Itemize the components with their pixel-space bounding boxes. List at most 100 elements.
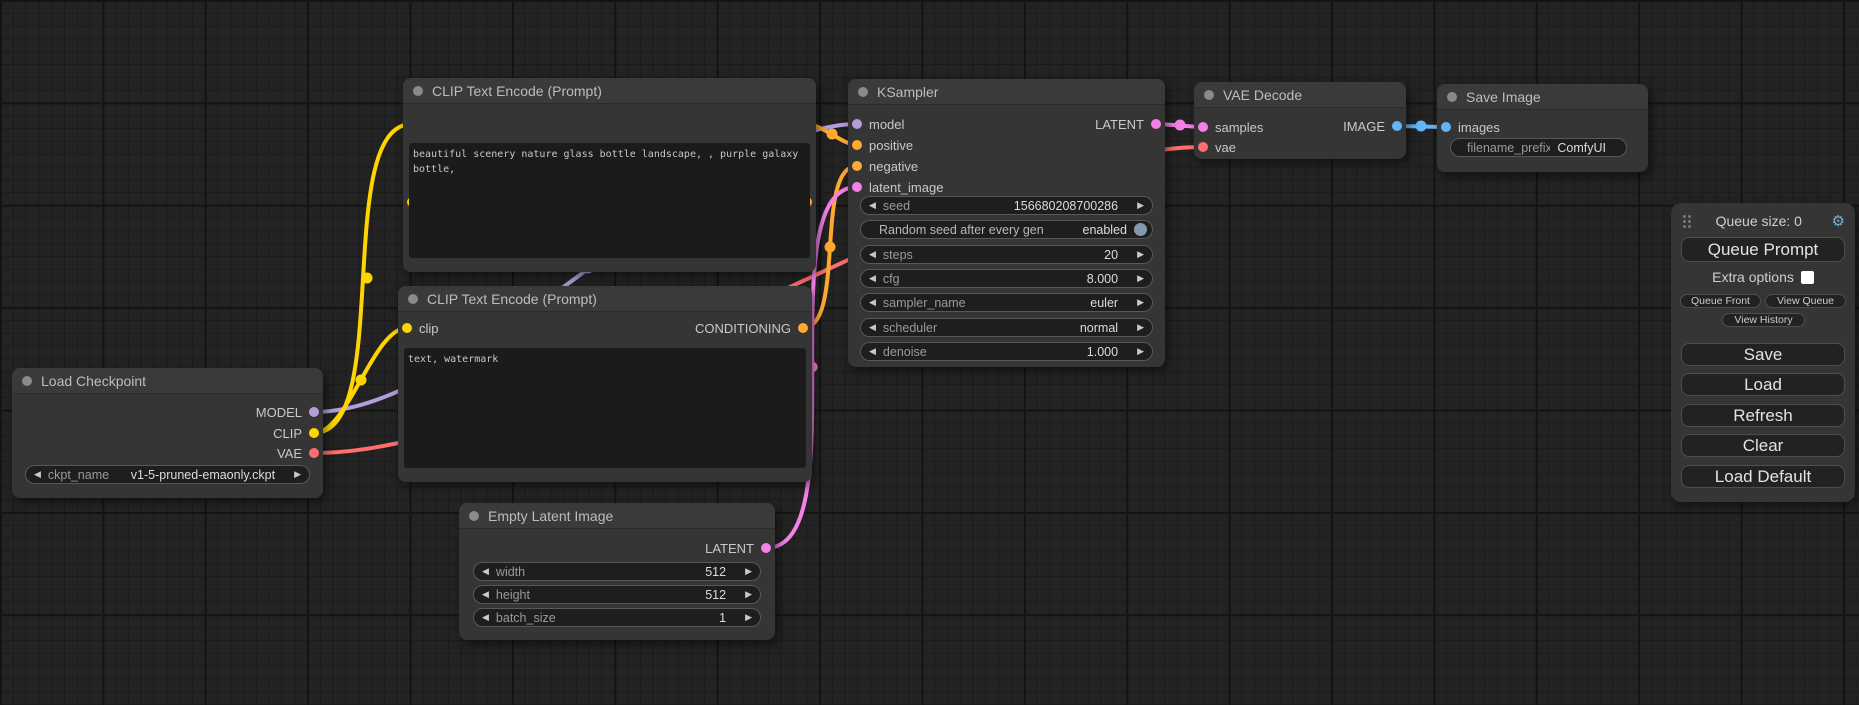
node-clip-text-encode-positive[interactable]: CLIP Text Encode (Prompt) clip CONDITION…: [403, 78, 816, 272]
queue-prompt-button[interactable]: Queue Prompt: [1681, 237, 1845, 262]
sampler-name-widget[interactable]: ◀ sampler_name euler ▶: [860, 293, 1153, 312]
collapse-dot-icon[interactable]: [858, 87, 868, 97]
image-port-dot-icon[interactable]: [1392, 121, 1402, 131]
view-queue-button[interactable]: View Queue: [1765, 294, 1846, 308]
queue-front-button[interactable]: Queue Front: [1680, 294, 1761, 308]
model-port-dot-icon[interactable]: [309, 407, 319, 417]
conditioning-port-dot-icon[interactable]: [798, 323, 808, 333]
increment-arrow-icon[interactable]: ▶: [1137, 250, 1144, 259]
node-title-bar[interactable]: CLIP Text Encode (Prompt): [403, 78, 816, 104]
decrement-arrow-icon[interactable]: ◀: [869, 274, 876, 283]
collapse-dot-icon[interactable]: [22, 376, 32, 386]
conditioning-port-dot-icon[interactable]: [852, 140, 862, 150]
extra-options-checkbox[interactable]: [1801, 271, 1814, 284]
vae-port-dot-icon[interactable]: [309, 448, 319, 458]
positive-prompt-textarea[interactable]: beautiful scenery nature glass bottle la…: [409, 143, 810, 258]
decrement-arrow-icon[interactable]: ◀: [34, 470, 41, 479]
decrement-arrow-icon[interactable]: ◀: [869, 250, 876, 259]
output-port-latent[interactable]: LATENT: [1095, 114, 1161, 134]
output-port-conditioning[interactable]: CONDITIONING: [695, 318, 808, 338]
settings-gear-icon[interactable]: ⚙: [1832, 214, 1845, 229]
input-port-latent-image[interactable]: latent_image: [852, 177, 943, 197]
clear-button[interactable]: Clear: [1681, 434, 1845, 457]
decrement-arrow-icon[interactable]: ◀: [869, 201, 876, 210]
view-history-button[interactable]: View History: [1722, 313, 1805, 327]
decrement-arrow-icon[interactable]: ◀: [482, 567, 489, 576]
input-port-images[interactable]: images: [1441, 117, 1500, 137]
node-title-bar[interactable]: Save Image: [1437, 84, 1648, 110]
latent-port-dot-icon[interactable]: [1198, 122, 1208, 132]
negative-prompt-textarea[interactable]: text, watermark: [404, 348, 806, 468]
decrement-arrow-icon[interactable]: ◀: [869, 298, 876, 307]
node-load-checkpoint[interactable]: Load Checkpoint MODEL CLIP VAE ◀ ckpt_na…: [12, 368, 323, 498]
output-port-vae[interactable]: VAE: [277, 443, 319, 463]
node-save-image[interactable]: Save Image images filename_prefix ComfyU…: [1437, 84, 1648, 172]
collapse-dot-icon[interactable]: [408, 294, 418, 304]
input-port-model[interactable]: model: [852, 114, 904, 134]
cfg-widget[interactable]: ◀ cfg 8.000 ▶: [860, 269, 1153, 288]
decrement-arrow-icon[interactable]: ◀: [482, 590, 489, 599]
increment-arrow-icon[interactable]: ▶: [745, 567, 752, 576]
node-title-bar[interactable]: VAE Decode: [1194, 82, 1406, 108]
random-seed-toggle-widget[interactable]: Random seed after every gen enabled: [860, 220, 1153, 239]
refresh-button[interactable]: Refresh: [1681, 404, 1845, 427]
image-port-dot-icon[interactable]: [1441, 122, 1451, 132]
height-widget[interactable]: ◀ height 512 ▶: [473, 585, 761, 604]
steps-widget[interactable]: ◀ steps 20 ▶: [860, 245, 1153, 264]
input-port-samples[interactable]: samples: [1198, 117, 1263, 137]
latent-port-dot-icon[interactable]: [761, 543, 771, 553]
seed-widget[interactable]: ◀ seed 156680208700286 ▶: [860, 196, 1153, 215]
increment-arrow-icon[interactable]: ▶: [1137, 298, 1144, 307]
output-port-latent[interactable]: LATENT: [705, 538, 771, 558]
node-title-bar[interactable]: CLIP Text Encode (Prompt): [398, 286, 812, 312]
save-button[interactable]: Save: [1681, 343, 1845, 366]
model-port-dot-icon[interactable]: [852, 119, 862, 129]
input-port-clip[interactable]: clip: [402, 318, 439, 338]
node-clip-text-encode-negative[interactable]: CLIP Text Encode (Prompt) clip CONDITION…: [398, 286, 812, 482]
queue-panel[interactable]: Queue size: 0 ⚙ Queue Prompt Extra optio…: [1671, 203, 1855, 502]
filename-prefix-widget[interactable]: filename_prefix ComfyUI: [1450, 138, 1627, 157]
width-widget[interactable]: ◀ width 512 ▶: [473, 562, 761, 581]
comfyui-canvas[interactable]: { "colors": { "clip": "#FFD500", "model"…: [0, 0, 1859, 705]
node-title-bar[interactable]: Empty Latent Image: [459, 503, 775, 529]
conditioning-port-dot-icon[interactable]: [852, 161, 862, 171]
output-port-model[interactable]: MODEL: [256, 402, 319, 422]
increment-arrow-icon[interactable]: ▶: [1137, 323, 1144, 332]
toggle-ball-icon[interactable]: [1134, 223, 1147, 236]
link-dot: [1175, 120, 1186, 131]
node-ksampler[interactable]: KSampler model positive negative latent_…: [848, 79, 1165, 367]
batch-size-widget[interactable]: ◀ batch_size 1 ▶: [473, 608, 761, 627]
node-empty-latent-image[interactable]: Empty Latent Image LATENT ◀ width 512 ▶ …: [459, 503, 775, 640]
increment-arrow-icon[interactable]: ▶: [1137, 347, 1144, 356]
latent-port-dot-icon[interactable]: [1151, 119, 1161, 129]
latent-port-dot-icon[interactable]: [852, 182, 862, 192]
collapse-dot-icon[interactable]: [1447, 92, 1457, 102]
input-port-positive[interactable]: positive: [852, 135, 913, 155]
collapse-dot-icon[interactable]: [1204, 90, 1214, 100]
decrement-arrow-icon[interactable]: ◀: [482, 613, 489, 622]
load-button[interactable]: Load: [1681, 373, 1845, 396]
increment-arrow-icon[interactable]: ▶: [745, 590, 752, 599]
collapse-dot-icon[interactable]: [413, 86, 423, 96]
decrement-arrow-icon[interactable]: ◀: [869, 347, 876, 356]
ckpt-name-widget[interactable]: ◀ ckpt_name v1-5-pruned-emaonly.ckpt ▶: [25, 465, 310, 484]
output-port-clip[interactable]: CLIP: [273, 423, 319, 443]
node-title-bar[interactable]: KSampler: [848, 79, 1165, 105]
denoise-widget[interactable]: ◀ denoise 1.000 ▶: [860, 342, 1153, 361]
clip-port-dot-icon[interactable]: [402, 323, 412, 333]
node-vae-decode[interactable]: VAE Decode samples vae IMAGE: [1194, 82, 1406, 159]
node-title-bar[interactable]: Load Checkpoint: [12, 368, 323, 394]
output-port-image[interactable]: IMAGE: [1343, 116, 1402, 136]
decrement-arrow-icon[interactable]: ◀: [869, 323, 876, 332]
increment-arrow-icon[interactable]: ▶: [1137, 274, 1144, 283]
vae-port-dot-icon[interactable]: [1198, 142, 1208, 152]
increment-arrow-icon[interactable]: ▶: [745, 613, 752, 622]
scheduler-widget[interactable]: ◀ scheduler normal ▶: [860, 318, 1153, 337]
input-port-negative[interactable]: negative: [852, 156, 918, 176]
increment-arrow-icon[interactable]: ▶: [1137, 201, 1144, 210]
load-default-button[interactable]: Load Default: [1681, 465, 1845, 488]
input-port-vae[interactable]: vae: [1198, 137, 1236, 157]
collapse-dot-icon[interactable]: [469, 511, 479, 521]
clip-port-dot-icon[interactable]: [309, 428, 319, 438]
increment-arrow-icon[interactable]: ▶: [294, 470, 301, 479]
